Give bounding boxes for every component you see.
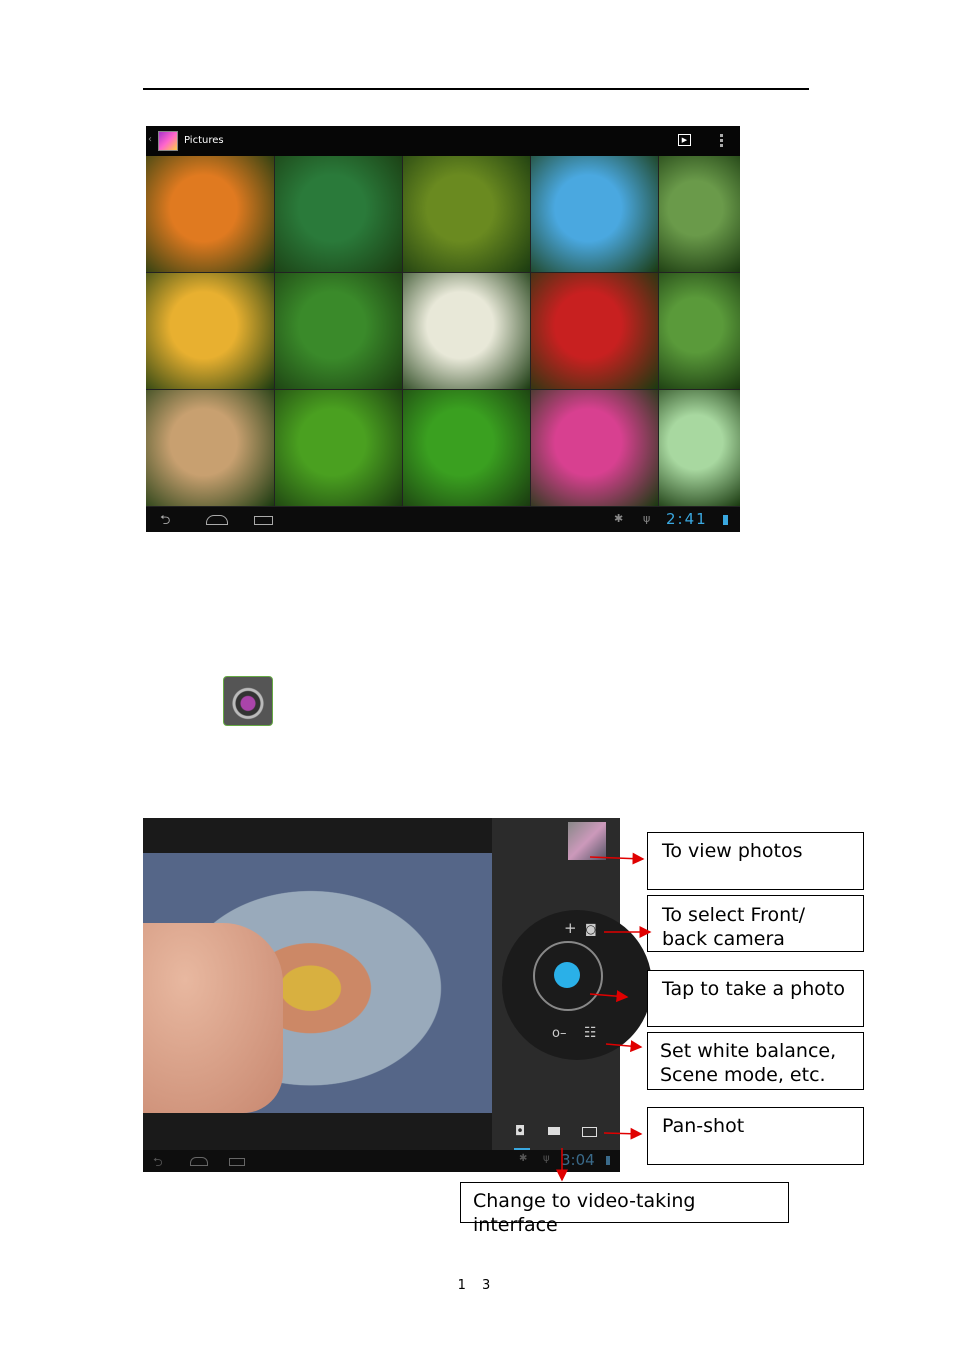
arrow-take-photo <box>589 990 629 1003</box>
page-number: 1 3 <box>457 1278 497 1293</box>
callout-arrows <box>556 852 652 1182</box>
manual-page: ‹ Pictures ▶ ⮌ ✱ ψ 2:41 + ◙ o– ☷ ◘ ⮌ ✱ ψ… <box>0 0 954 1348</box>
arrow-pan-shot <box>603 1127 643 1140</box>
arrow-view-photos <box>589 852 645 865</box>
arrow-white-balance <box>605 1040 643 1053</box>
